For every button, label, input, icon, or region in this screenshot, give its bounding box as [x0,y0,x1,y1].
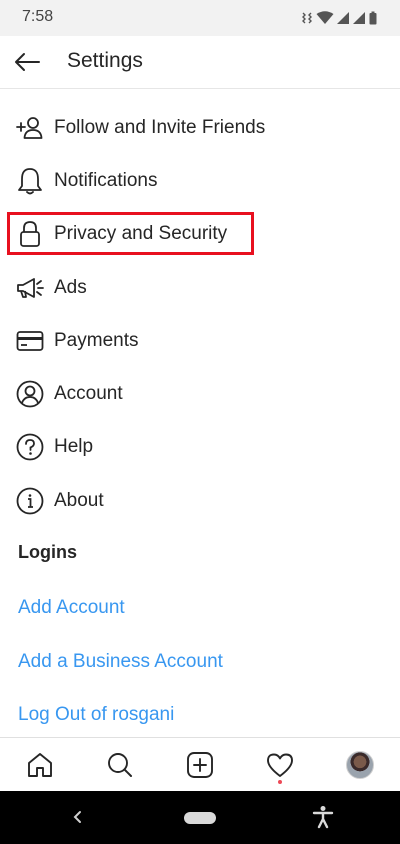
menu-item-label: Account [54,383,123,405]
status-bar: 7:58 [0,0,400,36]
accessibility-button[interactable] [310,804,336,830]
section-header-logins: Logins [18,542,77,562]
status-icons [300,10,378,26]
system-home-button[interactable] [184,812,216,824]
nav-new-post-button[interactable] [160,738,240,792]
account-circle-icon [16,380,44,408]
bottom-nav [0,737,400,792]
search-icon [108,753,132,777]
menu-item-account[interactable]: Account [0,367,400,420]
nav-activity-button[interactable] [240,738,320,792]
menu-item-label: Payments [54,329,139,351]
system-back-button[interactable] [66,805,90,829]
log-out-link[interactable]: Log Out of rosgani [18,704,174,726]
home-icon [28,753,52,777]
menu-item-help[interactable]: Help [0,421,400,474]
chevron-left-icon [73,811,81,823]
menu-item-payments[interactable]: Payments [0,314,400,367]
menu-item-privacy-security[interactable]: Privacy and Security [0,208,400,261]
bell-icon [16,167,44,195]
menu-item-label: Follow and Invite Friends [54,116,266,138]
menu-item-follow-invite[interactable]: Follow and Invite Friends [0,101,400,154]
header: Settings [0,36,400,88]
add-person-icon [16,114,44,142]
add-account-link[interactable]: Add Account [18,597,125,619]
lock-icon [16,220,44,248]
settings-menu: Follow and Invite Friends Notifications … [0,101,400,527]
new-post-icon [187,752,213,778]
menu-item-notifications[interactable]: Notifications [0,154,400,207]
back-button[interactable] [10,46,44,78]
signal-icon [337,12,349,24]
signal-2-icon [353,12,365,24]
vibrate-icon [302,12,312,24]
profile-avatar [346,751,374,779]
system-nav-bar [0,791,400,844]
menu-item-label: Privacy and Security [54,223,228,245]
battery-icon [369,11,377,25]
notification-dot [278,780,282,784]
activity-heart-icon [267,753,293,777]
menu-item-about[interactable]: About [0,474,400,527]
header-divider [0,88,400,89]
nav-profile-button[interactable] [320,738,400,792]
megaphone-icon [16,274,44,302]
wifi-icon [316,11,334,24]
menu-item-label: Notifications [54,169,158,191]
menu-item-label: Help [54,436,94,458]
add-business-account-link[interactable]: Add a Business Account [18,651,223,673]
menu-item-ads[interactable]: Ads [0,261,400,314]
accessibility-icon [312,806,334,829]
credit-card-icon [16,327,44,355]
menu-item-label: About [54,489,104,511]
back-arrow-icon [15,53,40,71]
help-circle-icon [16,433,44,461]
info-circle-icon [16,487,44,515]
status-time: 7:58 [22,8,54,25]
nav-search-button[interactable] [80,738,160,792]
page-title: Settings [67,49,143,72]
menu-item-label: Ads [54,276,87,298]
nav-home-button[interactable] [0,738,80,792]
